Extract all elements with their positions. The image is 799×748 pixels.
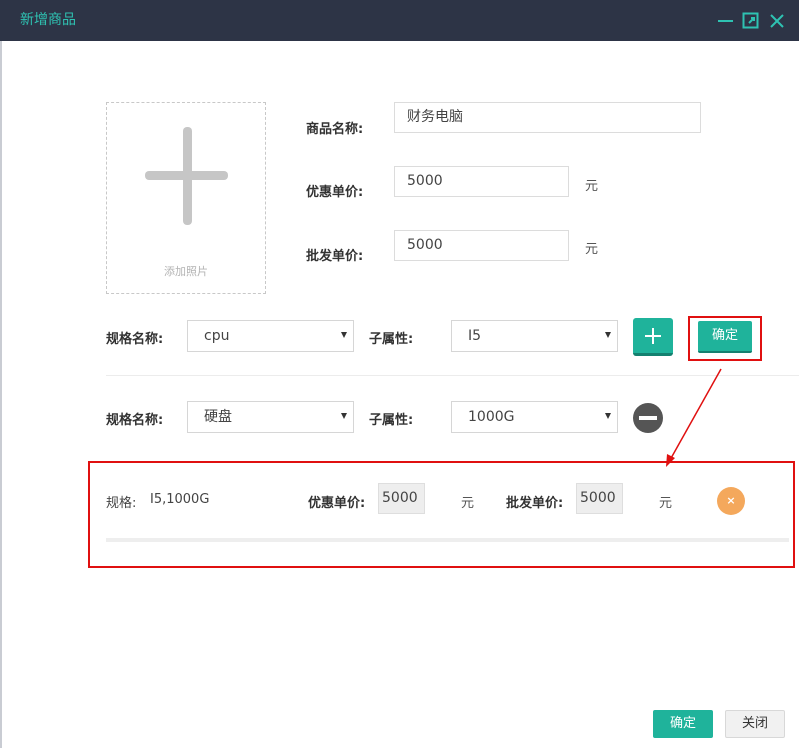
minus-icon <box>639 416 657 420</box>
delete-result-button[interactable]: × <box>717 487 745 515</box>
caret-down-icon <box>605 332 611 338</box>
discount-price-input[interactable]: 5000 <box>394 166 569 197</box>
result-wholesale-unit: 元 <box>659 496 673 511</box>
wholesale-price-label: 批发单价: <box>306 249 364 264</box>
dialog-title: 新增商品 <box>20 12 76 28</box>
result-discount-label: 优惠单价: <box>308 496 366 511</box>
remove-spec-button[interactable] <box>633 403 663 433</box>
product-name-label: 商品名称: <box>306 122 364 137</box>
caret-down-icon <box>605 413 611 419</box>
result-discount-unit: 元 <box>461 496 475 511</box>
sub-attr-select-2[interactable]: 1000G <box>451 401 618 433</box>
close-button[interactable]: 关闭 <box>725 710 785 738</box>
product-name-input[interactable]: 财务电脑 <box>394 102 701 133</box>
plus-icon-bar <box>145 171 228 180</box>
sub-attr-label-2: 子属性: <box>369 413 414 428</box>
discount-price-unit: 元 <box>585 179 599 194</box>
wholesale-price-input[interactable]: 5000 <box>394 230 569 261</box>
minimize-icon[interactable] <box>717 12 735 30</box>
sub-attr-value-1: I5 <box>468 328 482 344</box>
result-divider <box>106 538 789 542</box>
sub-attr-value-2: 1000G <box>468 409 515 425</box>
close-icon[interactable] <box>768 12 786 30</box>
spec-name-value-1: cpu <box>204 328 230 344</box>
caret-down-icon <box>341 332 347 338</box>
spec-name-label-2: 规格名称: <box>106 413 164 428</box>
photo-upload[interactable]: 添加照片 <box>106 102 266 294</box>
result-spec-label: 规格: <box>106 496 137 511</box>
result-wholesale-label: 批发单价: <box>506 496 564 511</box>
discount-price-label: 优惠单价: <box>306 185 364 200</box>
dialog-left-border <box>0 41 2 748</box>
ok-button[interactable]: 确定 <box>653 710 713 738</box>
result-wholesale-input[interactable]: 5000 <box>576 483 623 514</box>
spec-name-value-2: 硬盘 <box>204 409 232 425</box>
add-spec-button[interactable] <box>633 318 673 356</box>
maximize-icon[interactable] <box>742 12 760 30</box>
spec-name-select-2[interactable]: 硬盘 <box>187 401 354 433</box>
result-spec-value: I5,1000G <box>150 492 210 507</box>
wholesale-price-unit: 元 <box>585 242 599 257</box>
spec-confirm-button[interactable]: 确定 <box>698 321 752 353</box>
plus-icon-bar <box>645 335 661 337</box>
spec-name-select-1[interactable]: cpu <box>187 320 354 352</box>
spec-divider <box>106 375 799 376</box>
caret-down-icon <box>341 413 347 419</box>
sub-attr-select-1[interactable]: I5 <box>451 320 618 352</box>
result-highlight-box <box>88 461 795 568</box>
dialog-titlebar: 新增商品 <box>0 0 799 41</box>
upload-label: 添加照片 <box>164 265 208 278</box>
spec-name-label-1: 规格名称: <box>106 332 164 347</box>
sub-attr-label-1: 子属性: <box>369 332 414 347</box>
result-discount-input[interactable]: 5000 <box>378 483 425 514</box>
